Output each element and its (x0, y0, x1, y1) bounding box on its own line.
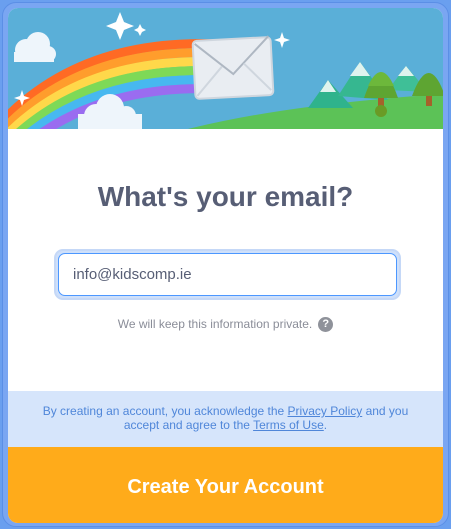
page-title: What's your email? (97, 181, 354, 212)
terms-of-use-link[interactable]: Terms of Use (253, 418, 324, 432)
privacy-note-text: We will keep this information private. (117, 317, 313, 331)
privacy-note: We will keep this information private.? (8, 317, 443, 333)
email-field[interactable] (58, 253, 397, 296)
create-account-button[interactable]: Create Your Account (8, 447, 443, 523)
header-illustration (8, 8, 443, 129)
envelope-icon (191, 35, 275, 100)
legal-notice: By creating an account, you acknowledge … (8, 391, 443, 447)
legal-text-after: . (323, 418, 328, 432)
email-field-container (54, 249, 401, 300)
signup-modal: What's your email? We will keep this inf… (2, 2, 449, 527)
legal-text-before: By creating an account, you acknowledge … (42, 404, 288, 418)
help-icon[interactable]: ? (318, 317, 334, 333)
modal-content: What's your email? We will keep this inf… (8, 8, 443, 523)
privacy-policy-link[interactable]: Privacy Policy (288, 404, 363, 418)
